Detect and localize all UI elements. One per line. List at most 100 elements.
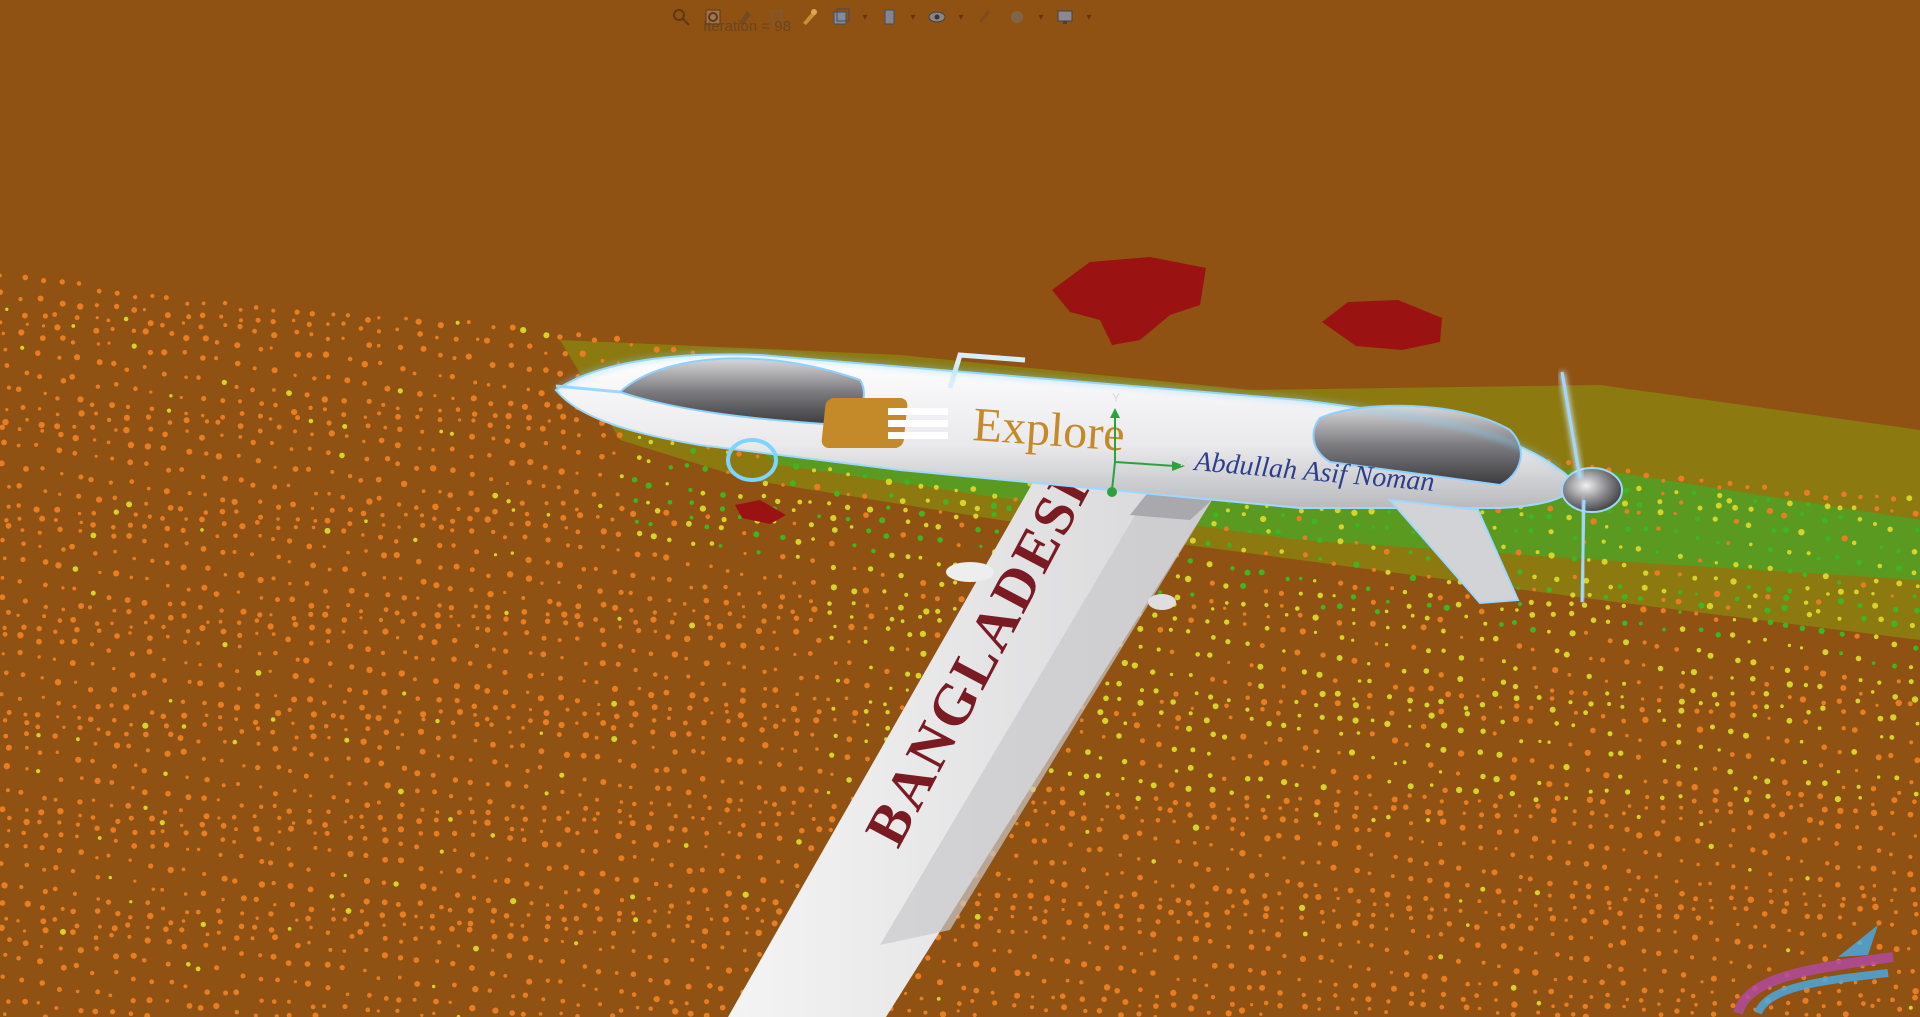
particle (1907, 701, 1913, 707)
particle (186, 448, 193, 455)
particle (1066, 919, 1072, 926)
particle (115, 910, 121, 917)
toolbar-dropdown-arrow-4[interactable]: ▾ (1036, 4, 1046, 30)
particle (1223, 680, 1228, 684)
apply-scene-button[interactable] (1004, 4, 1030, 30)
particle (1456, 958, 1461, 964)
toolbar-dropdown-arrow-5[interactable]: ▾ (1084, 4, 1094, 30)
particle (1260, 807, 1266, 813)
particle (1492, 690, 1499, 698)
particle (666, 785, 672, 792)
particle (160, 322, 165, 328)
particle (1909, 780, 1914, 785)
particle (539, 731, 543, 735)
particle (309, 624, 316, 631)
particle (1636, 501, 1643, 508)
particle (220, 628, 227, 635)
particle (1350, 997, 1355, 1002)
particle (1206, 561, 1213, 568)
particle (166, 467, 172, 473)
particle (393, 718, 400, 724)
particle (111, 525, 116, 530)
particle (363, 921, 370, 927)
particle (219, 608, 224, 613)
particle (1733, 562, 1739, 568)
particle (259, 804, 264, 809)
particle (1856, 559, 1863, 566)
zoom-fit-button[interactable] (668, 4, 694, 30)
graphics-viewport[interactable]: BANGLADESH Explore Abdullah Asif Noman X… (0, 0, 1920, 1017)
particle (185, 301, 190, 306)
toolbar-dropdown-arrow-3[interactable]: ▾ (956, 4, 966, 30)
particle (340, 494, 346, 500)
particle (306, 867, 311, 872)
particle (1138, 644, 1143, 649)
flow-simulation-scene[interactable]: BANGLADESH Explore Abdullah Asif Noman X… (0, 0, 1920, 1017)
hide-show-items-button[interactable] (924, 4, 950, 30)
particle (1136, 917, 1142, 923)
particle (958, 596, 965, 603)
particle (520, 805, 525, 810)
particle (1185, 629, 1191, 634)
particle (218, 681, 225, 688)
dynamic-annotation-button[interactable] (796, 4, 822, 30)
particle (1802, 759, 1808, 765)
edit-appearance-button[interactable] (972, 4, 998, 30)
particle (294, 309, 300, 315)
particle (773, 723, 779, 729)
view-orientation-button[interactable] (828, 4, 854, 30)
particle (1729, 712, 1736, 719)
particle (889, 493, 894, 498)
particle (1567, 975, 1573, 981)
particle (397, 388, 403, 394)
particle (109, 780, 115, 785)
particle (1518, 874, 1523, 880)
particle (1781, 908, 1788, 915)
particle (1788, 805, 1794, 810)
toolbar-dropdown-arrow-2[interactable]: ▾ (908, 4, 918, 30)
particle (291, 615, 297, 621)
particle (1564, 782, 1569, 788)
particle (797, 499, 803, 505)
particle (1817, 837, 1821, 841)
toolbar-dropdown-arrow[interactable]: ▾ (860, 4, 870, 30)
particle (473, 604, 478, 609)
particle (25, 417, 29, 422)
particle (255, 692, 260, 697)
particle (1661, 588, 1667, 594)
particle (435, 810, 440, 814)
particle (1191, 604, 1197, 610)
particle (1857, 845, 1863, 851)
particle (1690, 687, 1696, 694)
particle (150, 672, 156, 679)
particle (1621, 811, 1626, 816)
particle (1787, 588, 1793, 594)
particle (898, 572, 904, 579)
particle (790, 705, 798, 713)
particle (492, 508, 498, 515)
particle (1715, 632, 1722, 638)
particle (1806, 817, 1813, 823)
particle (763, 716, 767, 720)
particle (1604, 1003, 1611, 1010)
particle (519, 442, 526, 448)
particle (852, 566, 857, 571)
particle (327, 491, 331, 496)
particle (1258, 683, 1264, 690)
particle (432, 984, 436, 989)
particle (1767, 716, 1771, 720)
particle (1464, 614, 1469, 619)
particle (382, 856, 388, 863)
particle (455, 320, 460, 325)
particle (1821, 903, 1826, 908)
particle (1336, 603, 1343, 610)
particle (287, 927, 292, 931)
particle (185, 910, 190, 915)
display-style-button[interactable] (876, 4, 902, 30)
view-settings-button[interactable] (1052, 4, 1078, 30)
particle (1225, 639, 1231, 645)
particle (220, 549, 226, 555)
particle (17, 632, 24, 639)
particle (469, 567, 475, 573)
particle (1915, 527, 1920, 532)
